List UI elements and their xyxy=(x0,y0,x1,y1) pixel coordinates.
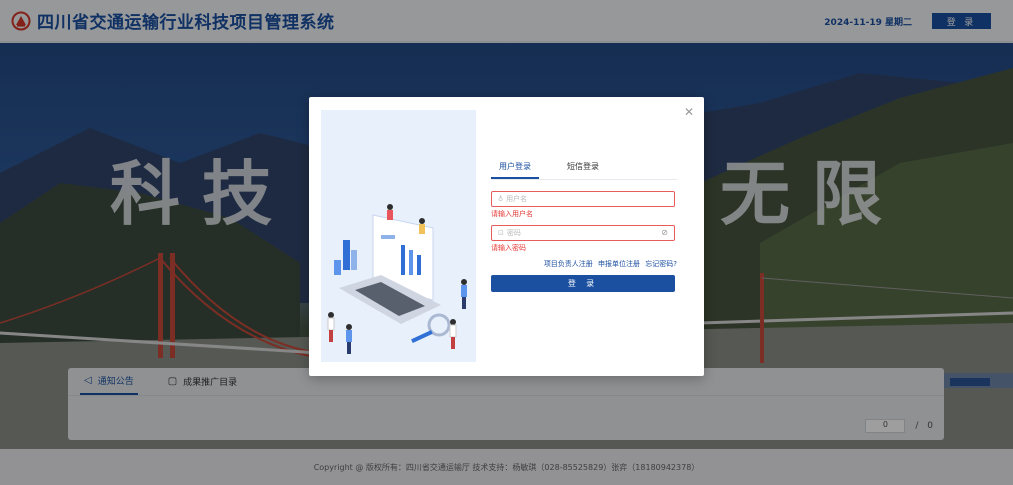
eye-hidden-icon[interactable]: ⊘ xyxy=(661,228,668,237)
laptop-illustration-icon xyxy=(327,204,467,354)
password-placeholder: 密码 xyxy=(506,229,521,237)
tab-user-login[interactable]: 用户登录 xyxy=(491,155,539,179)
login-illustration xyxy=(321,110,476,362)
user-icon: ♁ xyxy=(498,195,504,203)
register-applicant-unit-link[interactable]: 申报单位注册 xyxy=(598,260,640,268)
password-field[interactable]: ⊡ 密码 ⊘ xyxy=(491,225,675,241)
tab-sms-login[interactable]: 短信登录 xyxy=(559,155,607,179)
login-form: 用户登录 短信登录 ♁ 用户名 请输入用户名 ⊡ 密码 ⊘ 请输入密码 项目负责… xyxy=(491,155,677,292)
register-links: 项目负责人注册 申报单位注册 忘记密码? xyxy=(491,259,677,269)
lock-icon: ⊡ xyxy=(498,229,504,237)
close-icon[interactable]: ✕ xyxy=(684,105,694,119)
password-error: 请输入密码 xyxy=(491,244,526,252)
login-modal: ✕ 用户登录 短信登录 ♁ 用户名 请输入用户名 ⊡ 密码 ⊘ 请输入密码 项目… xyxy=(309,97,704,376)
login-submit-button[interactable]: 登 录 xyxy=(491,275,675,292)
register-project-leader-link[interactable]: 项目负责人注册 xyxy=(544,260,593,268)
login-tabs: 用户登录 短信登录 xyxy=(491,155,677,180)
username-field[interactable]: ♁ 用户名 xyxy=(491,191,675,207)
forgot-password-link[interactable]: 忘记密码? xyxy=(645,260,677,268)
username-placeholder: 用户名 xyxy=(506,195,528,203)
username-error: 请输入用户名 xyxy=(491,210,533,218)
